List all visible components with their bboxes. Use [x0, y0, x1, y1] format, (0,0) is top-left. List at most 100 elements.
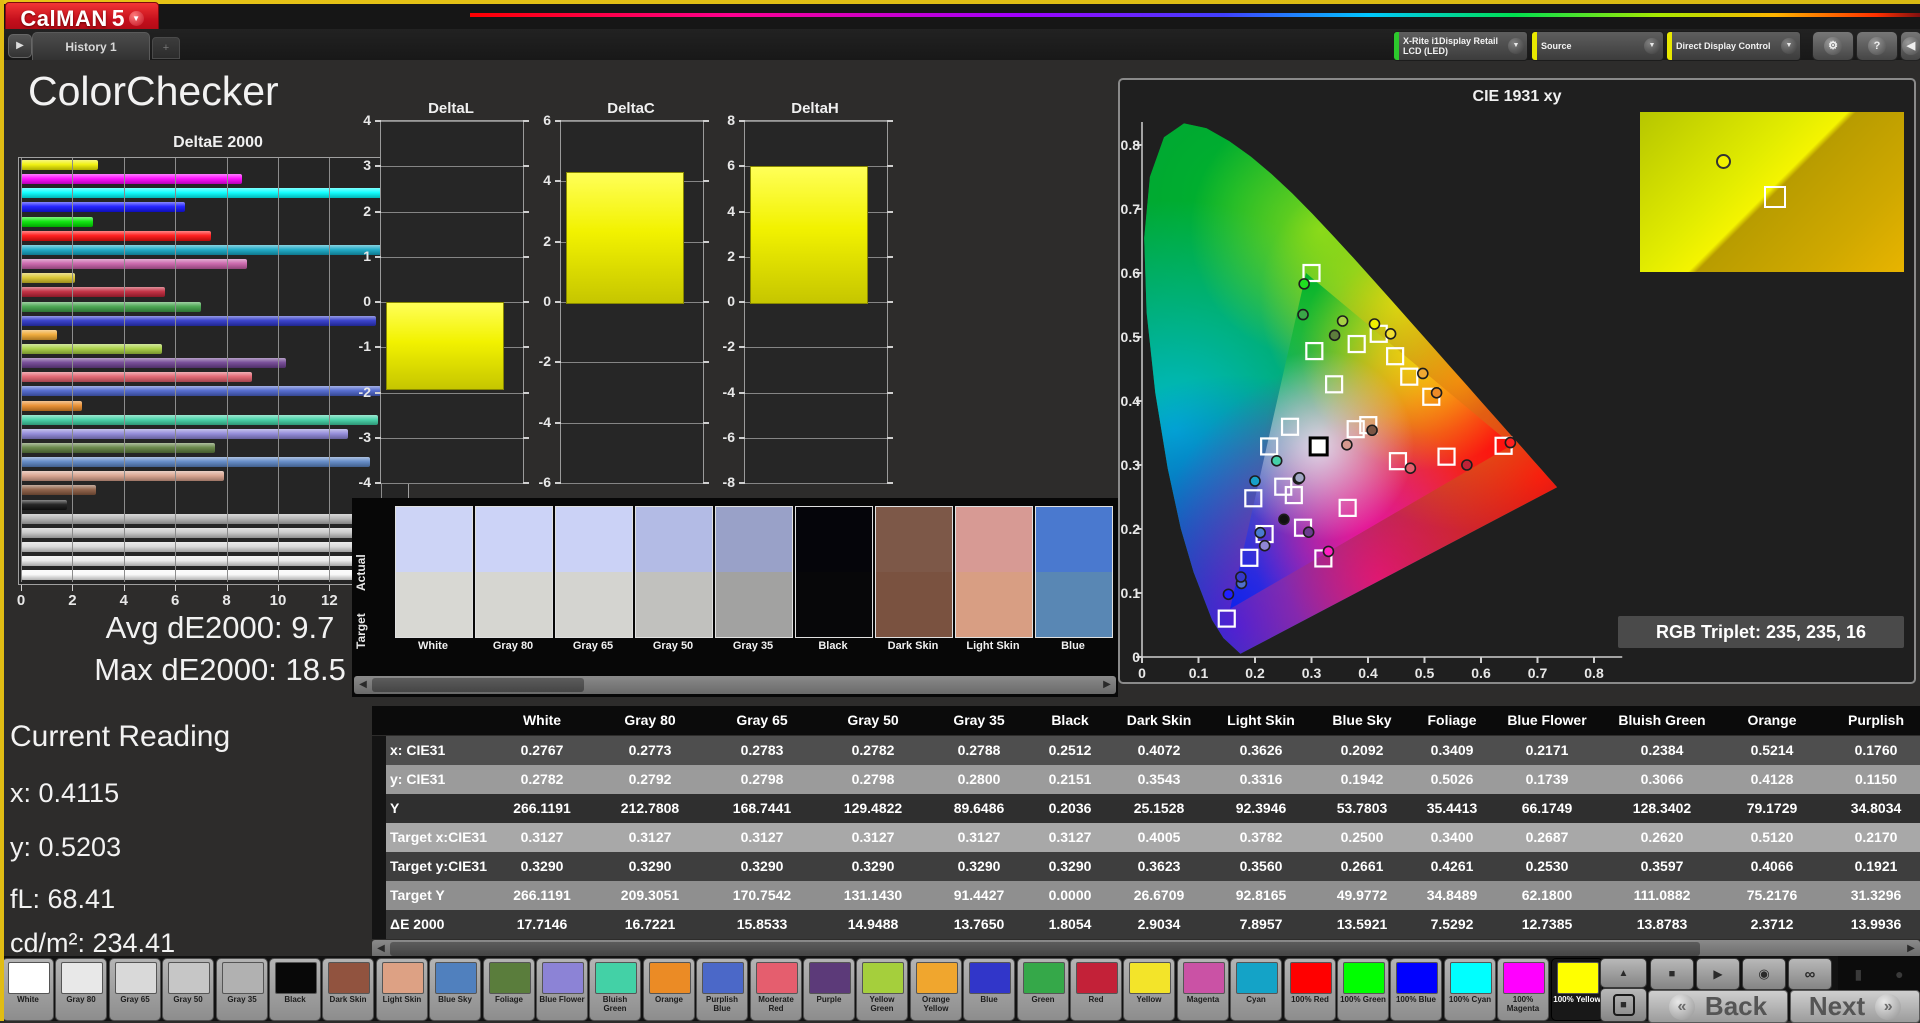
table-cell: 212.7808 — [594, 794, 706, 823]
next-button[interactable]: Next » — [1790, 990, 1920, 1023]
logo-dropdown-icon[interactable]: ▼ — [129, 11, 144, 26]
table-corner — [372, 706, 386, 735]
strip-up-button[interactable]: ▲ — [1600, 958, 1647, 988]
scroll-right-icon[interactable]: ▶ — [1100, 678, 1114, 692]
scroll-left-icon[interactable]: ◀ — [374, 942, 388, 956]
deltah-axis-label: 2 — [711, 248, 735, 264]
patch-button-moderate-red[interactable]: Moderate Red — [750, 958, 802, 1021]
cie-y-label: 0.4 — [1120, 393, 1140, 409]
patch-button-yellow[interactable]: Yellow — [1123, 958, 1175, 1021]
patch-button-orange[interactable]: Orange — [643, 958, 695, 1021]
scroll-right-icon[interactable]: ▶ — [1904, 942, 1918, 956]
table-cell: 0.4128 — [1724, 765, 1820, 794]
stop-button[interactable]: ■ — [1650, 958, 1694, 990]
swatch-scrollbar[interactable]: ◀ ▶ — [354, 676, 1116, 694]
cie-x-label: 0.3 — [1295, 665, 1329, 681]
patch-button-white[interactable]: White — [2, 958, 54, 1021]
swatch-scrollbar-thumb[interactable] — [372, 678, 584, 692]
add-tab-button[interactable]: + — [152, 37, 180, 59]
deltac-gridline — [561, 423, 703, 424]
patch-label: Light Skin — [378, 995, 426, 1004]
read-series-button[interactable]: ◉ — [1742, 958, 1786, 990]
patch-button-blue[interactable]: Blue — [963, 958, 1015, 1021]
patch-button-100-red[interactable]: 100% Red — [1284, 958, 1336, 1021]
deltac-axis-label: 6 — [527, 112, 551, 128]
deltae-axis-label: 0 — [6, 592, 36, 609]
patch-label: Bluish Green — [591, 995, 639, 1013]
settings-button[interactable]: ⚙ — [1812, 31, 1854, 61]
patch-button-bluish-green[interactable]: Bluish Green — [589, 958, 641, 1021]
patch-button-cyan[interactable]: Cyan — [1230, 958, 1282, 1021]
table-cell: 53.7803 — [1314, 794, 1410, 823]
tick — [375, 346, 381, 348]
patch-button-black[interactable]: Black — [269, 958, 321, 1021]
table-cell: 7.5292 — [1410, 910, 1494, 939]
row-label: y: CIE31 — [386, 765, 490, 794]
deltal-axis-label: -1 — [347, 338, 371, 354]
patch-button-orange-yellow[interactable]: Orange Yellow — [910, 958, 962, 1021]
patch-button-purplish-blue[interactable]: Purplish Blue — [696, 958, 748, 1021]
meter-dropdown[interactable]: X-Rite i1Display Retail LCD (LED) ▼ — [1393, 31, 1528, 61]
source-dropdown[interactable]: Source ▼ — [1531, 31, 1664, 61]
tick — [555, 422, 561, 424]
current-reading-y: y: 0.5203 — [10, 832, 121, 863]
column-header-purplish: Purplish — [1820, 706, 1920, 735]
help-button[interactable]: ? — [1856, 31, 1898, 61]
patch-button-100-blue[interactable]: 100% Blue — [1390, 958, 1442, 1021]
patch-button-red[interactable]: Red — [1070, 958, 1122, 1021]
column-header-bluish-green: Bluish Green — [1600, 706, 1724, 735]
patch-swatch — [916, 962, 958, 994]
column-header-gray-65: Gray 65 — [706, 706, 818, 735]
patch-swatch — [1023, 962, 1065, 994]
table-cell: 0.1760 — [1820, 736, 1920, 765]
tick — [523, 346, 529, 348]
patch-button-yellow-green[interactable]: Yellow Green — [856, 958, 908, 1021]
patch-swatch — [649, 962, 691, 994]
patch-button-blue-sky[interactable]: Blue Sky — [429, 958, 481, 1021]
tab-history-1[interactable]: History 1 — [32, 32, 150, 60]
patch-button-blue-flower[interactable]: Blue Flower — [536, 958, 588, 1021]
display-control-dropdown[interactable]: Direct Display Control ▼ — [1666, 31, 1801, 61]
patch-button-100-yellow[interactable]: 100% Yellow — [1551, 958, 1603, 1021]
patch-button-100-magenta[interactable]: 100% Magenta — [1497, 958, 1549, 1021]
patch-button-light-skin[interactable]: Light Skin — [376, 958, 428, 1021]
scroll-left-icon[interactable]: ◀ — [356, 678, 370, 692]
patch-button-gray-80[interactable]: Gray 80 — [55, 958, 107, 1021]
deltae-axis-label: 12 — [314, 592, 344, 609]
patch-button-foliage[interactable]: Foliage — [483, 958, 535, 1021]
actual-swatch — [1036, 507, 1112, 572]
deltae-axis-label: 10 — [263, 592, 293, 609]
collapse-panel-button[interactable]: ◀ — [1900, 31, 1920, 61]
patch-button-dark-skin[interactable]: Dark Skin — [322, 958, 374, 1021]
read-continuous-button[interactable]: ∞ — [1788, 958, 1832, 990]
patch-button-100-green[interactable]: 100% Green — [1337, 958, 1389, 1021]
patch-label: Green — [1019, 995, 1067, 1004]
target-swatch — [956, 572, 1032, 637]
deltae-axis-tick — [124, 585, 125, 591]
patch-button-100-cyan[interactable]: 100% Cyan — [1444, 958, 1496, 1021]
inset-target-square — [1764, 186, 1786, 208]
deltae-axis-tick — [175, 585, 176, 591]
deltah-chart-title: DeltaH — [740, 100, 890, 117]
tab-menu-button[interactable]: ▶ — [8, 34, 32, 58]
table-scrollbar-thumb[interactable] — [390, 942, 1700, 956]
back-button[interactable]: « Back — [1648, 990, 1788, 1023]
table-row-x-cie31: x: CIE310.27670.27730.27830.27820.27880.… — [372, 736, 1920, 765]
row-label: Target x:CIE31 — [386, 823, 490, 852]
tick — [739, 482, 745, 484]
tick — [739, 437, 745, 439]
patch-button-gray-35[interactable]: Gray 35 — [216, 958, 268, 1021]
column-header-blue-flower: Blue Flower — [1494, 706, 1600, 735]
patch-label: Yellow Green — [858, 995, 906, 1013]
patch-button-gray-50[interactable]: Gray 50 — [162, 958, 214, 1021]
patch-button-purple[interactable]: Purple — [803, 958, 855, 1021]
row-gutter — [372, 794, 386, 823]
patch-button-magenta[interactable]: Magenta — [1177, 958, 1229, 1021]
table-cell: 89.6486 — [928, 794, 1030, 823]
patch-button-gray-65[interactable]: Gray 65 — [109, 958, 161, 1021]
deltae-bar-100-blue — [21, 202, 185, 212]
display-pattern-button[interactable]: ■ — [1600, 988, 1647, 1022]
read-button[interactable]: ▶ — [1696, 958, 1740, 990]
patch-button-green[interactable]: Green — [1017, 958, 1069, 1021]
measured-point-marker — [1505, 438, 1515, 448]
